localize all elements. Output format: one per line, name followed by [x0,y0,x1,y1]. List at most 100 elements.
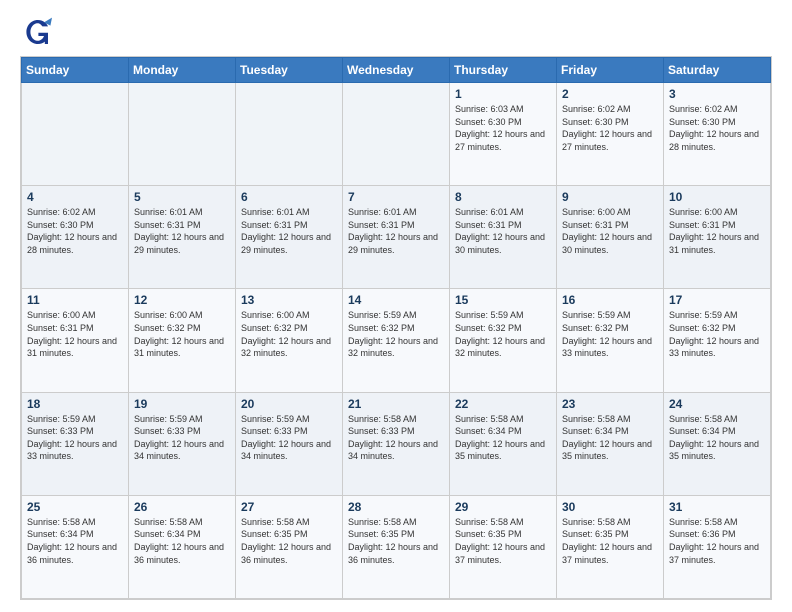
calendar-cell [236,83,343,186]
day-number: 5 [134,190,230,204]
day-number: 9 [562,190,658,204]
day-info: Sunrise: 6:00 AM Sunset: 6:31 PM Dayligh… [669,206,765,256]
calendar-cell: 27Sunrise: 5:58 AM Sunset: 6:35 PM Dayli… [236,495,343,598]
day-number: 31 [669,500,765,514]
day-info: Sunrise: 5:58 AM Sunset: 6:33 PM Dayligh… [348,413,444,463]
header [20,16,772,48]
calendar-cell: 3Sunrise: 6:02 AM Sunset: 6:30 PM Daylig… [664,83,771,186]
day-of-week-monday: Monday [129,58,236,83]
day-number: 4 [27,190,123,204]
day-of-week-friday: Friday [557,58,664,83]
day-info: Sunrise: 6:02 AM Sunset: 6:30 PM Dayligh… [562,103,658,153]
day-number: 8 [455,190,551,204]
calendar-cell: 22 Sunrise: 5:58 AM Sunset: 6:34 PM Dayli… [450,392,557,495]
day-number: 12 [134,293,230,307]
day-info: Sunrise: 5:58 AM Sunset: 6:35 PM Dayligh… [455,516,551,566]
calendar-cell: 17Sunrise: 5:59 AM Sunset: 6:32 PM Dayli… [664,289,771,392]
calendar-cell: 24 Sunrise: 5:58 AM Sunset: 6:34 PM Dayli… [664,392,771,495]
day-number: 23 [562,397,658,411]
calendar-week-4: 25 Sunrise: 5:58 AM Sunset: 6:34 PM Dayli… [22,495,771,598]
calendar-header-row: SundayMondayTuesdayWednesdayThursdayFrid… [22,58,771,83]
calendar-cell: 2 Sunrise: 6:02 AM Sunset: 6:30 PM Daylig… [557,83,664,186]
calendar-cell: 29 Sunrise: 5:58 AM Sunset: 6:35 PM Dayli… [450,495,557,598]
calendar-week-1: 4 Sunrise: 6:02 AM Sunset: 6:30 PM Daylig… [22,186,771,289]
day-number: 22 [455,397,551,411]
day-number: 26 [134,500,230,514]
day-number: 17 [669,293,765,307]
day-number: 14 [348,293,444,307]
calendar-cell: 30Sunrise: 5:58 AM Sunset: 6:35 PM Dayli… [557,495,664,598]
day-number: 10 [669,190,765,204]
day-info: Sunrise: 5:59 AM Sunset: 6:32 PM Dayligh… [348,309,444,359]
calendar-cell [343,83,450,186]
day-info: Sunrise: 5:58 AM Sunset: 6:34 PM Dayligh… [562,413,658,463]
calendar-cell: 23 Sunrise: 5:58 AM Sunset: 6:34 PM Dayli… [557,392,664,495]
calendar-cell: 5 Sunrise: 6:01 AM Sunset: 6:31 PM Daylig… [129,186,236,289]
day-number: 6 [241,190,337,204]
calendar-cell: 8 Sunrise: 6:01 AM Sunset: 6:31 PM Daylig… [450,186,557,289]
calendar-cell: 31 Sunrise: 5:58 AM Sunset: 6:36 PM Dayli… [664,495,771,598]
day-info: Sunrise: 6:00 AM Sunset: 6:32 PM Dayligh… [134,309,230,359]
day-info: Sunrise: 5:58 AM Sunset: 6:36 PM Dayligh… [669,516,765,566]
day-number: 19 [134,397,230,411]
day-info: Sunrise: 5:58 AM Sunset: 6:34 PM Dayligh… [27,516,123,566]
calendar-week-3: 18 Sunrise: 5:59 AM Sunset: 6:33 PM Dayli… [22,392,771,495]
calendar-cell: 26Sunrise: 5:58 AM Sunset: 6:34 PM Dayli… [129,495,236,598]
day-info: Sunrise: 5:58 AM Sunset: 6:34 PM Dayligh… [669,413,765,463]
logo-icon [20,16,52,48]
day-number: 13 [241,293,337,307]
calendar-cell: 20Sunrise: 5:59 AM Sunset: 6:33 PM Dayli… [236,392,343,495]
day-info: Sunrise: 5:58 AM Sunset: 6:35 PM Dayligh… [562,516,658,566]
day-info: Sunrise: 6:01 AM Sunset: 6:31 PM Dayligh… [134,206,230,256]
day-number: 1 [455,87,551,101]
day-number: 20 [241,397,337,411]
day-number: 18 [27,397,123,411]
day-info: Sunrise: 6:02 AM Sunset: 6:30 PM Dayligh… [669,103,765,153]
calendar-cell: 16 Sunrise: 5:59 AM Sunset: 6:32 PM Dayli… [557,289,664,392]
day-info: Sunrise: 5:59 AM Sunset: 6:33 PM Dayligh… [134,413,230,463]
calendar-cell: 4 Sunrise: 6:02 AM Sunset: 6:30 PM Daylig… [22,186,129,289]
calendar-cell: 19 Sunrise: 5:59 AM Sunset: 6:33 PM Dayli… [129,392,236,495]
day-info: Sunrise: 6:01 AM Sunset: 6:31 PM Dayligh… [455,206,551,256]
day-of-week-saturday: Saturday [664,58,771,83]
day-info: Sunrise: 6:01 AM Sunset: 6:31 PM Dayligh… [241,206,337,256]
day-number: 25 [27,500,123,514]
day-of-week-wednesday: Wednesday [343,58,450,83]
day-info: Sunrise: 6:00 AM Sunset: 6:32 PM Dayligh… [241,309,337,359]
calendar-cell [129,83,236,186]
day-info: Sunrise: 5:59 AM Sunset: 6:32 PM Dayligh… [455,309,551,359]
day-info: Sunrise: 6:00 AM Sunset: 6:31 PM Dayligh… [562,206,658,256]
day-of-week-tuesday: Tuesday [236,58,343,83]
day-of-week-thursday: Thursday [450,58,557,83]
calendar-cell [22,83,129,186]
calendar-cell: 14 Sunrise: 5:59 AM Sunset: 6:32 PM Dayli… [343,289,450,392]
day-info: Sunrise: 5:58 AM Sunset: 6:34 PM Dayligh… [455,413,551,463]
day-number: 2 [562,87,658,101]
calendar: SundayMondayTuesdayWednesdayThursdayFrid… [20,56,772,600]
day-info: Sunrise: 6:02 AM Sunset: 6:30 PM Dayligh… [27,206,123,256]
day-number: 21 [348,397,444,411]
calendar-cell: 10 Sunrise: 6:00 AM Sunset: 6:31 PM Dayli… [664,186,771,289]
calendar-week-2: 11 Sunrise: 6:00 AM Sunset: 6:31 PM Dayli… [22,289,771,392]
day-of-week-sunday: Sunday [22,58,129,83]
calendar-cell: 7 Sunrise: 6:01 AM Sunset: 6:31 PM Daylig… [343,186,450,289]
day-number: 15 [455,293,551,307]
day-number: 16 [562,293,658,307]
day-number: 29 [455,500,551,514]
calendar-cell: 28Sunrise: 5:58 AM Sunset: 6:35 PM Dayli… [343,495,450,598]
calendar-cell: 21 Sunrise: 5:58 AM Sunset: 6:33 PM Dayli… [343,392,450,495]
logo [20,16,56,48]
calendar-cell: 25 Sunrise: 5:58 AM Sunset: 6:34 PM Dayli… [22,495,129,598]
calendar-cell: 13 Sunrise: 6:00 AM Sunset: 6:32 PM Dayli… [236,289,343,392]
calendar-cell: 11 Sunrise: 6:00 AM Sunset: 6:31 PM Dayli… [22,289,129,392]
day-number: 11 [27,293,123,307]
day-info: Sunrise: 6:00 AM Sunset: 6:31 PM Dayligh… [27,309,123,359]
day-info: Sunrise: 6:01 AM Sunset: 6:31 PM Dayligh… [348,206,444,256]
calendar-cell: 12 Sunrise: 6:00 AM Sunset: 6:32 PM Dayli… [129,289,236,392]
day-info: Sunrise: 5:58 AM Sunset: 6:35 PM Dayligh… [241,516,337,566]
day-info: Sunrise: 5:59 AM Sunset: 6:32 PM Dayligh… [562,309,658,359]
day-info: Sunrise: 5:59 AM Sunset: 6:33 PM Dayligh… [27,413,123,463]
calendar-cell: 6 Sunrise: 6:01 AM Sunset: 6:31 PM Daylig… [236,186,343,289]
day-number: 7 [348,190,444,204]
day-number: 24 [669,397,765,411]
